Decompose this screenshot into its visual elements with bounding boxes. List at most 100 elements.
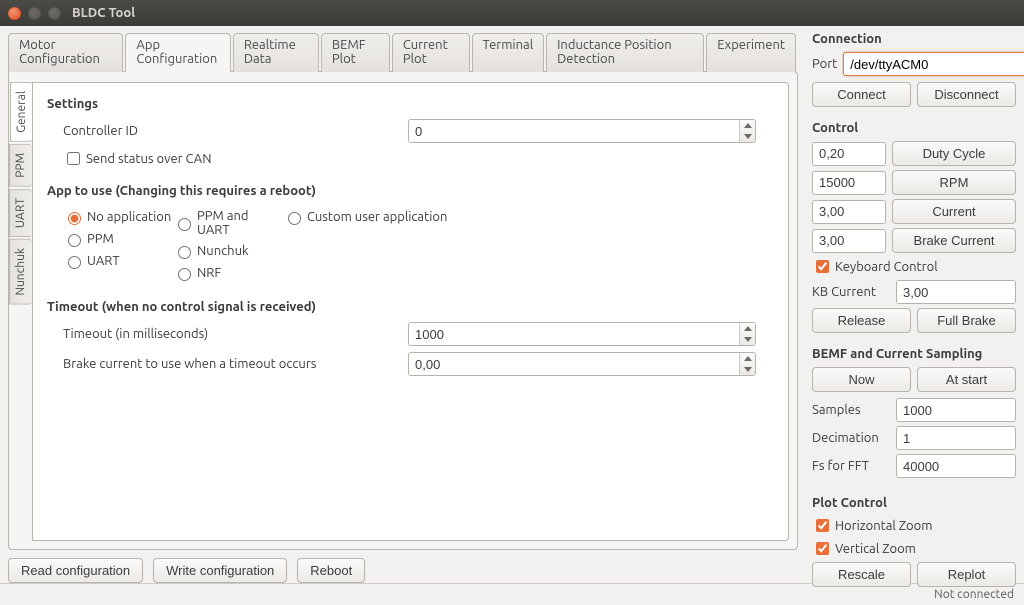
radio-no-application-label: No application — [87, 210, 171, 224]
decimation-input[interactable] — [897, 427, 1016, 449]
timeout-brake-input[interactable] — [409, 353, 739, 375]
radio-nrf-label: NRF — [197, 266, 221, 280]
decimation-spin[interactable] — [896, 426, 1016, 450]
brake-current-input[interactable] — [813, 230, 886, 252]
radio-uart[interactable] — [68, 256, 81, 269]
send-status-checkbox[interactable] — [67, 152, 80, 165]
connect-button[interactable]: Connect — [812, 82, 911, 107]
radio-uart-label: UART — [87, 254, 120, 268]
rpm-spin[interactable] — [812, 171, 886, 195]
tab-current-plot[interactable]: Current Plot — [392, 33, 470, 72]
side-tab-uart[interactable]: UART — [9, 189, 32, 237]
controller-id-spin[interactable] — [408, 119, 756, 143]
duty-cycle-button[interactable]: Duty Cycle — [892, 141, 1016, 166]
samples-input[interactable] — [897, 399, 1016, 421]
samples-label: Samples — [812, 403, 890, 417]
port-input[interactable] — [843, 52, 1024, 76]
horizontal-zoom-label: Horizontal Zoom — [835, 519, 932, 533]
radio-no-application[interactable] — [68, 212, 81, 225]
kb-current-input[interactable] — [897, 281, 1016, 303]
fs-fft-input[interactable] — [897, 455, 1016, 477]
timeout-ms-input[interactable] — [409, 323, 739, 345]
current-input[interactable] — [813, 201, 886, 223]
rpm-button[interactable]: RPM — [892, 170, 1016, 195]
keyboard-control-label: Keyboard Control — [835, 260, 938, 274]
outer-tabs: Motor Configuration App Configuration Re… — [8, 32, 798, 71]
port-label: Port — [812, 57, 837, 71]
release-button[interactable]: Release — [812, 308, 911, 333]
decimation-label: Decimation — [812, 431, 890, 445]
samples-spin[interactable] — [896, 398, 1016, 422]
plot-control-title: Plot Control — [812, 496, 1016, 510]
chevron-down-icon[interactable] — [740, 364, 755, 375]
titlebar: BLDC Tool — [0, 0, 1024, 26]
chevron-down-icon[interactable] — [740, 131, 755, 142]
tab-realtime-data[interactable]: Realtime Data — [233, 33, 319, 72]
side-tab-general[interactable]: General — [10, 82, 33, 142]
radio-nunchuk[interactable] — [178, 246, 191, 259]
write-configuration-button[interactable]: Write configuration — [153, 558, 287, 583]
vertical-zoom-label: Vertical Zoom — [835, 542, 916, 556]
side-tab-ppm[interactable]: PPM — [9, 144, 32, 187]
settings-title: Settings — [47, 97, 774, 111]
chevron-up-icon[interactable] — [740, 323, 755, 334]
tab-inductance-position-detection[interactable]: Inductance Position Detection — [546, 33, 704, 72]
radio-ppm-label: PPM — [87, 232, 114, 246]
send-status-label: Send status over CAN — [86, 152, 212, 166]
fs-fft-label: Fs for FFT — [812, 459, 890, 473]
window-title: BLDC Tool — [72, 6, 135, 20]
connection-status: Not connected — [934, 588, 1014, 601]
reboot-button[interactable]: Reboot — [297, 558, 365, 583]
kb-current-label: KB Current — [812, 285, 890, 299]
vertical-zoom-checkbox[interactable] — [816, 542, 829, 555]
connection-title: Connection — [812, 32, 1016, 46]
radio-ppm[interactable] — [68, 234, 81, 247]
horizontal-zoom-checkbox[interactable] — [816, 519, 829, 532]
replot-button[interactable]: Replot — [917, 562, 1016, 587]
radio-nrf[interactable] — [178, 268, 191, 281]
radio-nunchuk-label: Nunchuk — [197, 244, 249, 258]
rpm-input[interactable] — [813, 172, 886, 194]
current-spin[interactable] — [812, 200, 886, 224]
maximize-icon[interactable] — [48, 7, 61, 20]
full-brake-button[interactable]: Full Brake — [917, 308, 1016, 333]
timeout-brake-label: Brake current to use when a timeout occu… — [63, 357, 408, 371]
sampling-title: BEMF and Current Sampling — [812, 347, 1016, 361]
rescale-button[interactable]: Rescale — [812, 562, 911, 587]
tab-app-configuration[interactable]: App Configuration — [125, 33, 230, 72]
brake-current-button[interactable]: Brake Current — [892, 228, 1016, 253]
kb-current-spin[interactable] — [896, 280, 1016, 304]
app-to-use-title: App to use (Changing this requires a reb… — [47, 184, 774, 198]
sample-now-button[interactable]: Now — [812, 367, 911, 392]
timeout-ms-spin[interactable] — [408, 322, 756, 346]
read-configuration-button[interactable]: Read configuration — [8, 558, 143, 583]
tab-motor-configuration[interactable]: Motor Configuration — [8, 33, 123, 72]
timeout-title: Timeout (when no control signal is recei… — [47, 300, 774, 314]
tab-experiment[interactable]: Experiment — [706, 33, 796, 72]
fs-fft-spin[interactable] — [896, 454, 1016, 478]
minimize-icon[interactable] — [28, 7, 41, 20]
duty-cycle-spin[interactable] — [812, 142, 886, 166]
chevron-up-icon[interactable] — [740, 353, 755, 364]
timeout-ms-label: Timeout (in milliseconds) — [63, 327, 408, 341]
current-button[interactable]: Current — [892, 199, 1016, 224]
disconnect-button[interactable]: Disconnect — [917, 82, 1016, 107]
brake-current-spin[interactable] — [812, 229, 886, 253]
chevron-up-icon[interactable] — [740, 120, 755, 131]
close-icon[interactable] — [8, 7, 21, 20]
radio-ppm-and-uart-label: PPM and UART — [197, 209, 283, 237]
tab-bemf-plot[interactable]: BEMF Plot — [321, 33, 390, 72]
keyboard-control-checkbox[interactable] — [816, 260, 829, 273]
duty-cycle-input[interactable] — [813, 143, 886, 165]
tab-terminal[interactable]: Terminal — [472, 33, 545, 72]
radio-ppm-and-uart[interactable] — [178, 218, 191, 231]
controller-id-label: Controller ID — [63, 124, 408, 138]
timeout-brake-spin[interactable] — [408, 352, 756, 376]
control-title: Control — [812, 121, 1016, 135]
sample-at-start-button[interactable]: At start — [917, 367, 1016, 392]
radio-custom-user-application-label: Custom user application — [307, 210, 447, 224]
chevron-down-icon[interactable] — [740, 334, 755, 345]
controller-id-input[interactable] — [409, 120, 739, 142]
side-tab-nunchuk[interactable]: Nunchuk — [9, 239, 32, 305]
radio-custom-user-application[interactable] — [288, 212, 301, 225]
